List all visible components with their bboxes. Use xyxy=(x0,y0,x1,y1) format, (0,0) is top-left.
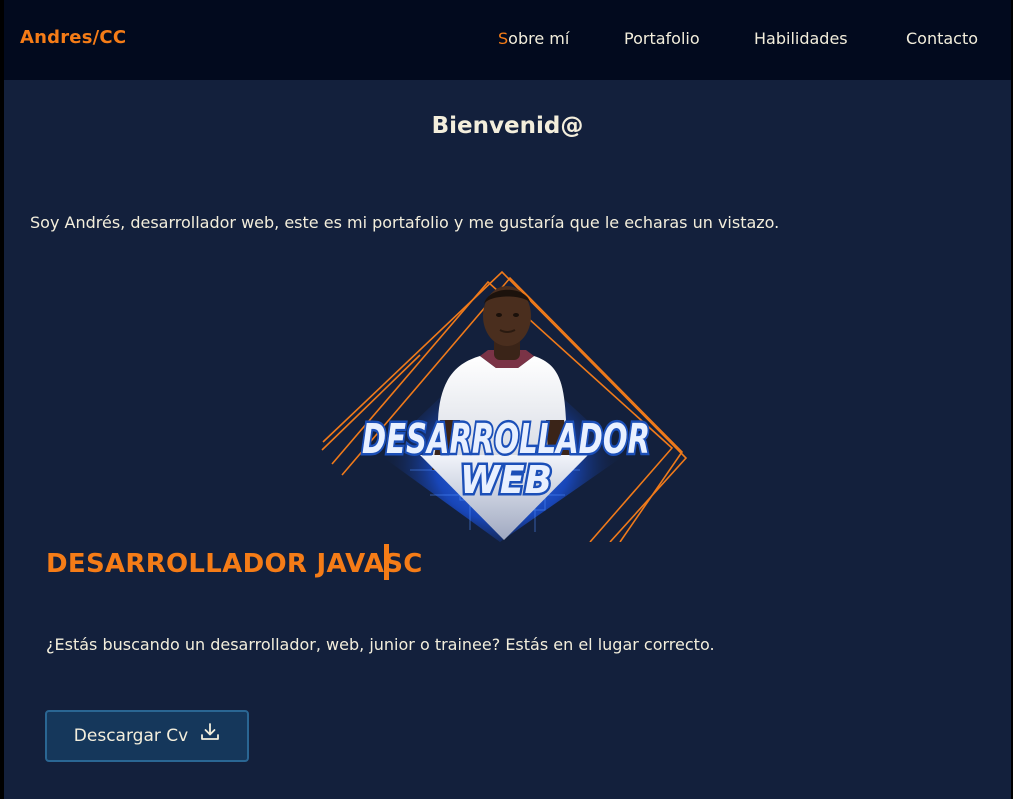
download-cv-button[interactable]: Descargar Cv xyxy=(45,710,249,762)
download-icon xyxy=(201,723,220,740)
pitch-text: ¿Estás buscando un desarrollador, web, j… xyxy=(46,635,715,654)
nav-link-about-first-letter: S xyxy=(498,29,509,48)
intro-text: Soy Andrés, desarrollador web, este es m… xyxy=(30,213,780,232)
typed-role-text: DESARROLLADOR JAVASC xyxy=(46,549,423,579)
logo[interactable]: Andres/CC xyxy=(20,27,126,48)
typing-cursor xyxy=(384,544,389,580)
nav-link-about-rest: obre mí xyxy=(508,29,570,48)
nav-link-skills[interactable]: Habilidades xyxy=(754,29,848,48)
welcome-heading: Bienvenid@ xyxy=(431,113,584,139)
hero-title-line1: DESARROLLADOR xyxy=(362,415,650,463)
nav-link-portfolio[interactable]: Portafolio xyxy=(624,29,700,48)
download-cv-label: Descargar Cv xyxy=(73,726,189,746)
nav-link-contact[interactable]: Contacto xyxy=(906,29,978,48)
hero-title-line2: WEB xyxy=(460,458,552,502)
top-navbar: Andres/CC Sobre mí Portafolio Habilidade… xyxy=(4,0,1011,80)
page: Andres/CC Sobre mí Portafolio Habilidade… xyxy=(4,0,1011,799)
nav-link-about[interactable]: Sobre mí xyxy=(498,29,569,48)
hero-image: DESARROLLADOR DESARROLLADOR WEB WEB xyxy=(321,270,688,542)
